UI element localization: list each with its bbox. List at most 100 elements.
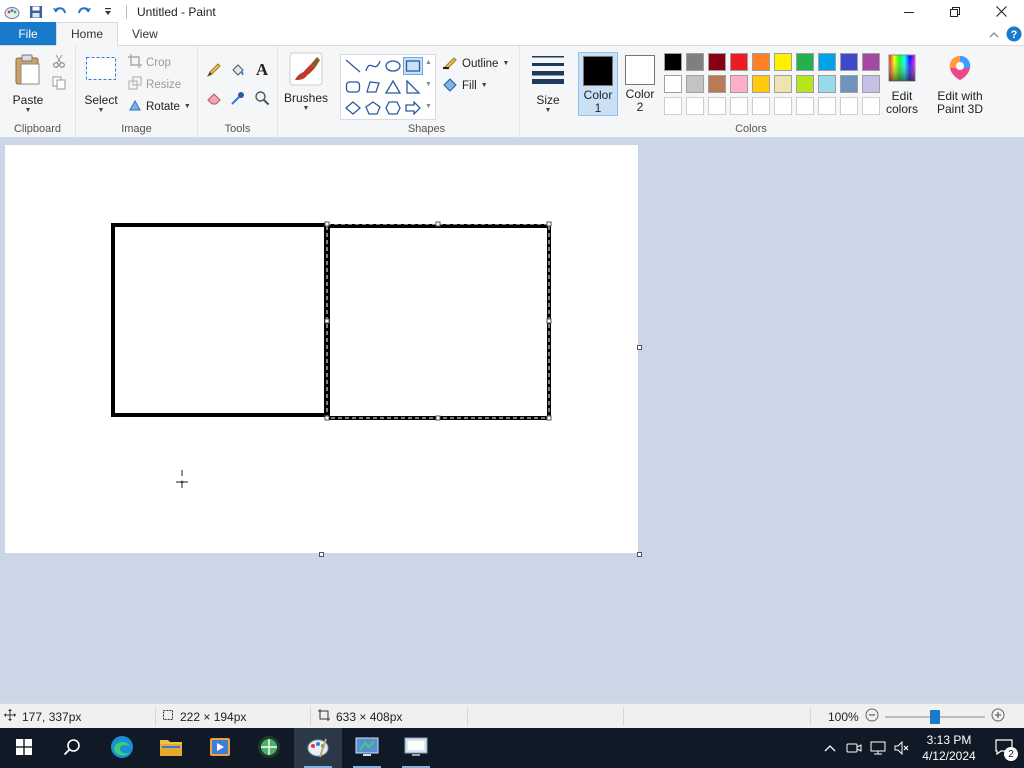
fill-button[interactable]: Fill ▼ (442, 76, 488, 95)
show-hidden-icons-icon[interactable] (818, 744, 842, 752)
gallery-scroll-up-icon[interactable]: ▲ (425, 59, 432, 66)
palette-swatch[interactable] (818, 53, 836, 71)
text-tool-icon[interactable]: A (254, 60, 270, 78)
palette-swatch[interactable] (664, 75, 682, 93)
close-icon[interactable] (978, 0, 1024, 23)
palette-swatch[interactable] (796, 75, 814, 93)
taskbar-edge-button[interactable] (98, 728, 146, 768)
palette-swatch[interactable] (774, 53, 792, 71)
color2-button[interactable]: Color 2 (620, 52, 660, 116)
palette-swatch[interactable] (730, 53, 748, 71)
rotate-dropdown-icon[interactable]: ▼ (184, 103, 191, 110)
brushes-dropdown-icon[interactable]: ▼ (303, 105, 310, 112)
tab-file[interactable]: File (0, 22, 56, 45)
palette-swatch[interactable] (862, 53, 880, 71)
right-triangle-shape-icon[interactable] (403, 78, 423, 96)
right-arrow-shape-icon[interactable] (403, 99, 423, 117)
taskbar-file-explorer-button[interactable] (147, 728, 195, 768)
taskbar-app2-button[interactable] (343, 728, 391, 768)
restore-icon[interactable] (932, 0, 978, 23)
canvas-resize-handle-bottom[interactable] (319, 552, 324, 557)
redo-icon[interactable] (74, 2, 94, 22)
taskbar-paint-button[interactable] (294, 728, 342, 768)
palette-swatch[interactable] (708, 53, 726, 71)
palette-swatch[interactable] (752, 75, 770, 93)
taskbar-search-button[interactable] (48, 728, 96, 768)
custom-palette-swatch[interactable] (774, 97, 792, 115)
undo-icon[interactable] (50, 2, 70, 22)
crop-button[interactable]: Crop (128, 54, 171, 71)
polygon-shape-icon[interactable] (363, 78, 383, 96)
palette-swatch[interactable] (730, 75, 748, 93)
custom-palette-swatch[interactable] (708, 97, 726, 115)
palette-swatch[interactable] (708, 75, 726, 93)
zoom-slider[interactable] (884, 709, 985, 724)
collapse-ribbon-icon[interactable] (988, 29, 1000, 43)
taskbar-clock[interactable]: 3:13 PM 4/12/2024 (914, 732, 984, 764)
curve-shape-icon[interactable] (363, 57, 383, 75)
palette-swatch[interactable] (840, 53, 858, 71)
pencil-icon[interactable] (206, 62, 222, 78)
fill-bucket-icon[interactable] (230, 62, 246, 78)
volume-muted-icon[interactable] (890, 741, 914, 755)
palette-swatch[interactable] (796, 53, 814, 71)
palette-swatch[interactable] (664, 53, 682, 71)
taskbar-app-button[interactable] (245, 728, 293, 768)
palette-swatch[interactable] (686, 53, 704, 71)
zoom-out-icon[interactable] (865, 708, 879, 725)
magnifier-icon[interactable] (254, 90, 270, 106)
custom-palette-swatch[interactable] (862, 97, 880, 115)
meet-now-icon[interactable] (842, 741, 866, 755)
canvas-resize-handle-corner[interactable] (637, 552, 642, 557)
taskbar-media-player-button[interactable] (196, 728, 244, 768)
help-icon[interactable]: ? (1006, 26, 1022, 45)
canvas-resize-handle-right[interactable] (637, 345, 642, 350)
selection-handle-w[interactable] (324, 318, 330, 324)
palette-swatch[interactable] (840, 75, 858, 93)
selection-handle-sw[interactable] (324, 415, 330, 421)
palette-swatch[interactable] (818, 75, 836, 93)
outline-dropdown-icon[interactable]: ▼ (502, 60, 509, 67)
resize-button[interactable]: Resize (128, 76, 181, 93)
select-button[interactable]: Select ▼ (82, 56, 120, 114)
diamond-shape-icon[interactable] (343, 99, 363, 117)
tab-view[interactable]: View (118, 22, 172, 45)
outline-button[interactable]: Outline ▼ (442, 54, 509, 73)
rectangle-shape-icon[interactable] (403, 57, 423, 75)
selection-handle-se[interactable] (546, 415, 552, 421)
gallery-expand-icon[interactable]: ▼ (425, 103, 432, 110)
drawing-canvas[interactable] (5, 145, 638, 553)
pentagon-shape-icon[interactable] (363, 99, 383, 117)
palette-swatch[interactable] (752, 53, 770, 71)
palette-swatch[interactable] (862, 75, 880, 93)
edit-paint3d-button[interactable]: Edit with Paint 3D (932, 54, 988, 116)
notification-center-button[interactable]: 2 (984, 728, 1024, 768)
save-icon[interactable] (26, 2, 46, 22)
triangle-shape-icon[interactable] (383, 78, 403, 96)
custom-palette-swatch[interactable] (840, 97, 858, 115)
size-button[interactable]: Size ▼ (526, 54, 570, 114)
oval-shape-icon[interactable] (383, 57, 403, 75)
fill-dropdown-icon[interactable]: ▼ (481, 82, 488, 89)
tab-home[interactable]: Home (56, 22, 119, 46)
start-button[interactable] (0, 728, 48, 768)
select-dropdown-icon[interactable]: ▼ (98, 107, 105, 114)
paint-app-icon[interactable] (2, 2, 22, 22)
hexagon-shape-icon[interactable] (383, 99, 403, 117)
network-icon[interactable] (866, 741, 890, 755)
paste-button[interactable]: Paste ▼ (8, 54, 48, 114)
zoom-slider-thumb[interactable] (929, 709, 940, 724)
color-picker-icon[interactable] (230, 90, 246, 106)
palette-swatch[interactable] (774, 75, 792, 93)
selection-handle-nw[interactable] (324, 221, 330, 227)
taskbar-app3-button[interactable] (392, 728, 440, 768)
customize-qat-icon[interactable] (98, 2, 118, 22)
palette-swatch[interactable] (686, 75, 704, 93)
paste-dropdown-icon[interactable]: ▼ (25, 107, 32, 114)
selection-handle-ne[interactable] (546, 221, 552, 227)
edit-colors-button[interactable]: Edit colors (880, 54, 924, 116)
size-dropdown-icon[interactable]: ▼ (545, 107, 552, 114)
selection-handle-e[interactable] (546, 318, 552, 324)
custom-palette-swatch[interactable] (664, 97, 682, 115)
shape-selection-outline[interactable] (326, 223, 550, 419)
